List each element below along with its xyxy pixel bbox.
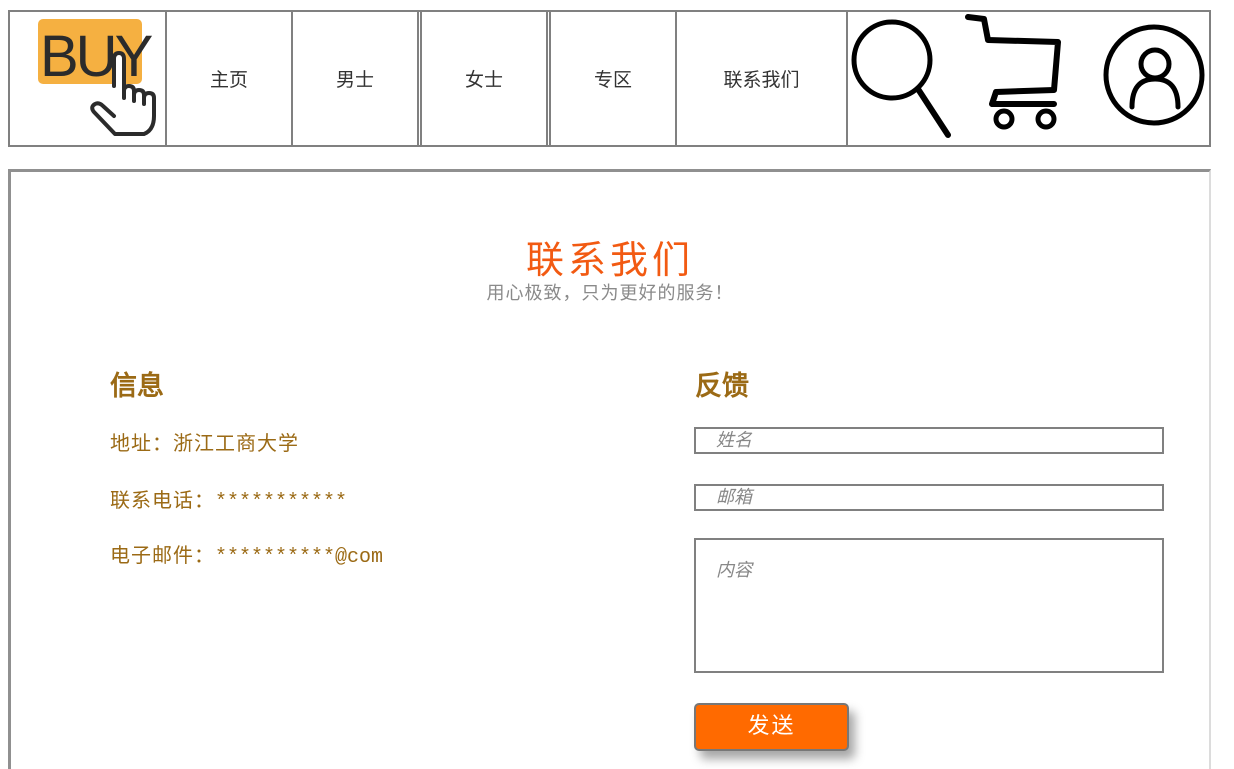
contact-panel: 联系我们 用心极致，只为更好的服务！ 信息 地址：浙江工商大学 联系电话：***… <box>8 169 1211 769</box>
page-title: 联系我们 <box>525 238 694 282</box>
svg-text:BUY: BUY <box>40 24 153 89</box>
phone-label: 联系电话： <box>110 488 215 512</box>
nav-label: 女士 <box>464 69 503 91</box>
user-icon <box>1103 24 1205 126</box>
logo[interactable]: BUY <box>10 12 165 145</box>
address-line: 地址：浙江工商大学 <box>110 427 299 456</box>
cart-icon <box>965 14 1061 130</box>
nav-item-men[interactable]: 男士 <box>293 12 417 145</box>
top-navigation: BUY 主页 男士 女士 专区 联系我们 <box>8 10 1211 147</box>
phone-value: *********** <box>215 491 348 514</box>
address-label: 地址： <box>110 431 173 455</box>
content-field[interactable] <box>694 538 1164 673</box>
nav-label: 主页 <box>209 69 248 91</box>
nav-label: 男士 <box>335 69 374 91</box>
email-value: **********@com <box>215 546 384 569</box>
nav-label: 联系我们 <box>723 69 800 91</box>
buy-logo-icon: BUY <box>38 19 156 136</box>
phone-line: 联系电话：*********** <box>110 484 347 514</box>
page-subtitle: 用心极致，只为更好的服务！ <box>486 283 734 304</box>
email-label: 电子邮件： <box>110 543 215 567</box>
nav-item-zone[interactable]: 专区 <box>551 12 675 145</box>
nav-label: 专区 <box>593 69 632 91</box>
name-field[interactable] <box>694 427 1164 454</box>
search-button[interactable] <box>848 12 958 145</box>
email-field[interactable] <box>694 484 1164 511</box>
nav-item-contact[interactable]: 联系我们 <box>677 12 846 145</box>
email-line: 电子邮件：**********@com <box>110 539 383 569</box>
account-button[interactable] <box>1094 12 1211 145</box>
send-button[interactable]: 发送 <box>694 703 849 751</box>
feedback-heading: 反馈 <box>695 371 749 402</box>
search-icon <box>851 19 951 138</box>
address-value: 浙江工商大学 <box>173 431 299 455</box>
cart-button[interactable] <box>962 12 1072 145</box>
nav-item-women[interactable]: 女士 <box>422 12 546 145</box>
divider <box>417 12 419 145</box>
divider <box>546 12 548 145</box>
info-heading: 信息 <box>110 371 164 402</box>
nav-item-home[interactable]: 主页 <box>167 12 291 145</box>
